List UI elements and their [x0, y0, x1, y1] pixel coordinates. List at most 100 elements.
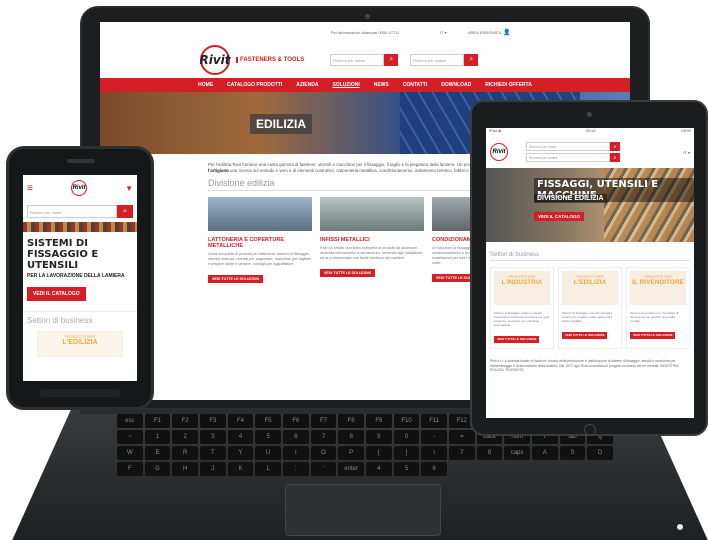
keyboard-key[interactable]: = [448, 430, 475, 444]
nav-catalog[interactable]: CATALOGO PRODOTTI [227, 82, 282, 88]
nav-home[interactable]: HOME [198, 82, 213, 88]
keyboard-key[interactable]: F [117, 462, 143, 476]
search-code-input[interactable]: Ricerca per codice [526, 153, 610, 162]
keyboard-key[interactable]: F6 [282, 414, 309, 428]
business-card[interactable]: PRODOTTI PER L'EDILIZIA [37, 331, 123, 357]
card-title[interactable]: LATTONERIA E COPERTURE METALLICHE [208, 237, 312, 249]
rivit-logo[interactable]: Rivit [490, 143, 508, 161]
nav-request-offer[interactable]: RICHIEDI OFFERTA [485, 82, 532, 88]
keyboard-key[interactable]: ] [393, 446, 420, 460]
keyboard-key[interactable]: P [338, 446, 364, 460]
nav-news[interactable]: NEWS [374, 82, 389, 88]
laptop-touchpad[interactable] [285, 484, 441, 536]
keyboard-key[interactable]: 7 [448, 446, 475, 460]
nav-contacts[interactable]: CONTATTI [403, 82, 428, 88]
keyboard-key[interactable]: 6 [421, 462, 447, 476]
keyboard-key[interactable]: ; [282, 462, 309, 476]
keyboard-key[interactable]: H [172, 462, 198, 476]
tablet-home-button[interactable] [584, 424, 596, 436]
dropdown-arrow-icon[interactable]: ▼ [125, 184, 133, 193]
search-button[interactable]: ⌕ [117, 205, 133, 218]
search-by-name: Ricerca per nome ⌕ [526, 142, 620, 151]
card-cta-button[interactable]: VEDI TUTTE LE SOLUZIONI [562, 331, 608, 339]
keyboard-key[interactable]: - [421, 430, 447, 444]
rivit-logo[interactable]: Rivit [70, 180, 87, 196]
keyboard-key[interactable]: D [587, 446, 613, 460]
card-header[interactable]: PRODOTTI PER IL RIVENDITORE [630, 271, 686, 305]
language-select[interactable]: IT ▾ [683, 150, 690, 155]
card-cta-button[interactable]: VEDI TUTTE LE SOLUZIONI [320, 269, 376, 277]
keyboard-key[interactable]: 7 [310, 430, 337, 444]
keyboard-key[interactable]: K [227, 462, 254, 476]
keyboard-key[interactable]: S [559, 446, 586, 460]
card-header[interactable]: PRODOTTI PER L'INDUSTRIA [494, 271, 550, 305]
keyboard-key[interactable]: J [199, 462, 226, 476]
keyboard-key[interactable]: 5 [393, 462, 420, 476]
keyboard-key[interactable]: 0 [393, 430, 420, 444]
keyboard-key[interactable]: 3 [199, 430, 226, 444]
search-code-button[interactable]: ⌕ [610, 153, 620, 162]
hero-cta-button[interactable]: VEDI IL CATALOGO [534, 212, 585, 221]
keyboard-key[interactable]: [ [365, 446, 392, 460]
keyboard-key[interactable]: O [310, 446, 337, 460]
language-select[interactable]: IT ▾ [440, 30, 447, 35]
catalog-button[interactable]: VEDI IL CATALOGO [27, 287, 86, 301]
hamburger-menu-icon[interactable]: ≡ [27, 183, 33, 194]
search-name-button[interactable]: ⌕ [610, 142, 620, 151]
keyboard-key[interactable]: F7 [310, 414, 337, 428]
keyboard-key[interactable]: 2 [172, 430, 198, 444]
nav-solutions[interactable]: SOLUZIONI [332, 82, 359, 88]
keyboard-key[interactable]: F10 [393, 414, 420, 428]
keyboard-key[interactable]: L [255, 462, 281, 476]
keyboard-key[interactable]: \ [421, 446, 447, 460]
keyboard-key[interactable]: F4 [227, 414, 254, 428]
keyboard-key[interactable]: T [199, 446, 226, 460]
search-name-input[interactable]: Ricerca per nome [526, 142, 610, 151]
keyboard-key[interactable]: U [255, 446, 281, 460]
contact-info: Per informazioni chiamare 0000 47711 [330, 29, 400, 35]
keyboard-key[interactable]: I [282, 446, 309, 460]
nav-company[interactable]: AZIENDA [296, 82, 318, 88]
reserved-area-link[interactable]: AREA RISERVATA [468, 30, 502, 35]
search-code-input[interactable]: Ricerca per codice [410, 54, 465, 66]
keyboard-key[interactable]: esc [117, 414, 143, 428]
keyboard-key[interactable]: ~ [117, 430, 143, 444]
keyboard-key[interactable]: R [172, 446, 198, 460]
search-name-button[interactable]: ⌕ [384, 54, 399, 66]
card-cta-button[interactable]: VEDI TUTTE LE SOLUZIONI [630, 331, 676, 339]
search-name-input[interactable]: Ricerca per nome [330, 54, 385, 66]
keyboard-key[interactable]: E [144, 446, 171, 460]
keyboard-key[interactable]: A [531, 446, 558, 460]
card-cta-button[interactable]: VEDI TUTTE LE SOLUZIONI [208, 275, 264, 283]
keyboard-key[interactable]: F1 [144, 414, 171, 428]
card-title[interactable]: INFISSI METALLICI [320, 237, 424, 243]
keyboard-key[interactable]: caps [504, 446, 530, 460]
keyboard-key[interactable]: F11 [421, 414, 447, 428]
keyboard-key[interactable]: F5 [255, 414, 281, 428]
keyboard-key[interactable]: 6 [282, 430, 309, 444]
keyboard-key[interactable]: 4 [227, 430, 254, 444]
keyboard-key[interactable]: F8 [338, 414, 364, 428]
search-icon: ⌕ [469, 56, 474, 63]
keyboard-key[interactable]: G [144, 462, 171, 476]
search-input[interactable]: Ricerca per nome [27, 205, 117, 218]
keyboard-key[interactable]: 8 [476, 446, 503, 460]
keyboard-key[interactable]: enter [338, 462, 364, 476]
keyboard-key[interactable]: ' [310, 462, 337, 476]
keyboard-key[interactable]: 1 [144, 430, 171, 444]
card-cta-button[interactable]: VEDI TUTTE LE SOLUZIONI [494, 335, 540, 343]
keyboard-key[interactable]: 4 [365, 462, 392, 476]
keyboard-key[interactable]: Y [227, 446, 254, 460]
keyboard-key[interactable]: F9 [365, 414, 392, 428]
keyboard-key[interactable]: F3 [199, 414, 226, 428]
keyboard-key[interactable]: 9 [365, 430, 392, 444]
keyboard-key[interactable]: F2 [172, 414, 198, 428]
nav-download[interactable]: DOWNLOAD [441, 82, 471, 88]
keyboard-key[interactable]: 5 [255, 430, 281, 444]
card-header[interactable]: PRODOTTI PER L'EDILIZIA [562, 271, 618, 305]
keyboard-key[interactable]: W [117, 446, 143, 460]
keyboard-key[interactable]: 8 [338, 430, 364, 444]
search-code-button[interactable]: ⌕ [464, 54, 479, 66]
rivit-logo[interactable]: Rivit [199, 45, 231, 75]
user-icon[interactable]: 👤 [503, 29, 510, 36]
